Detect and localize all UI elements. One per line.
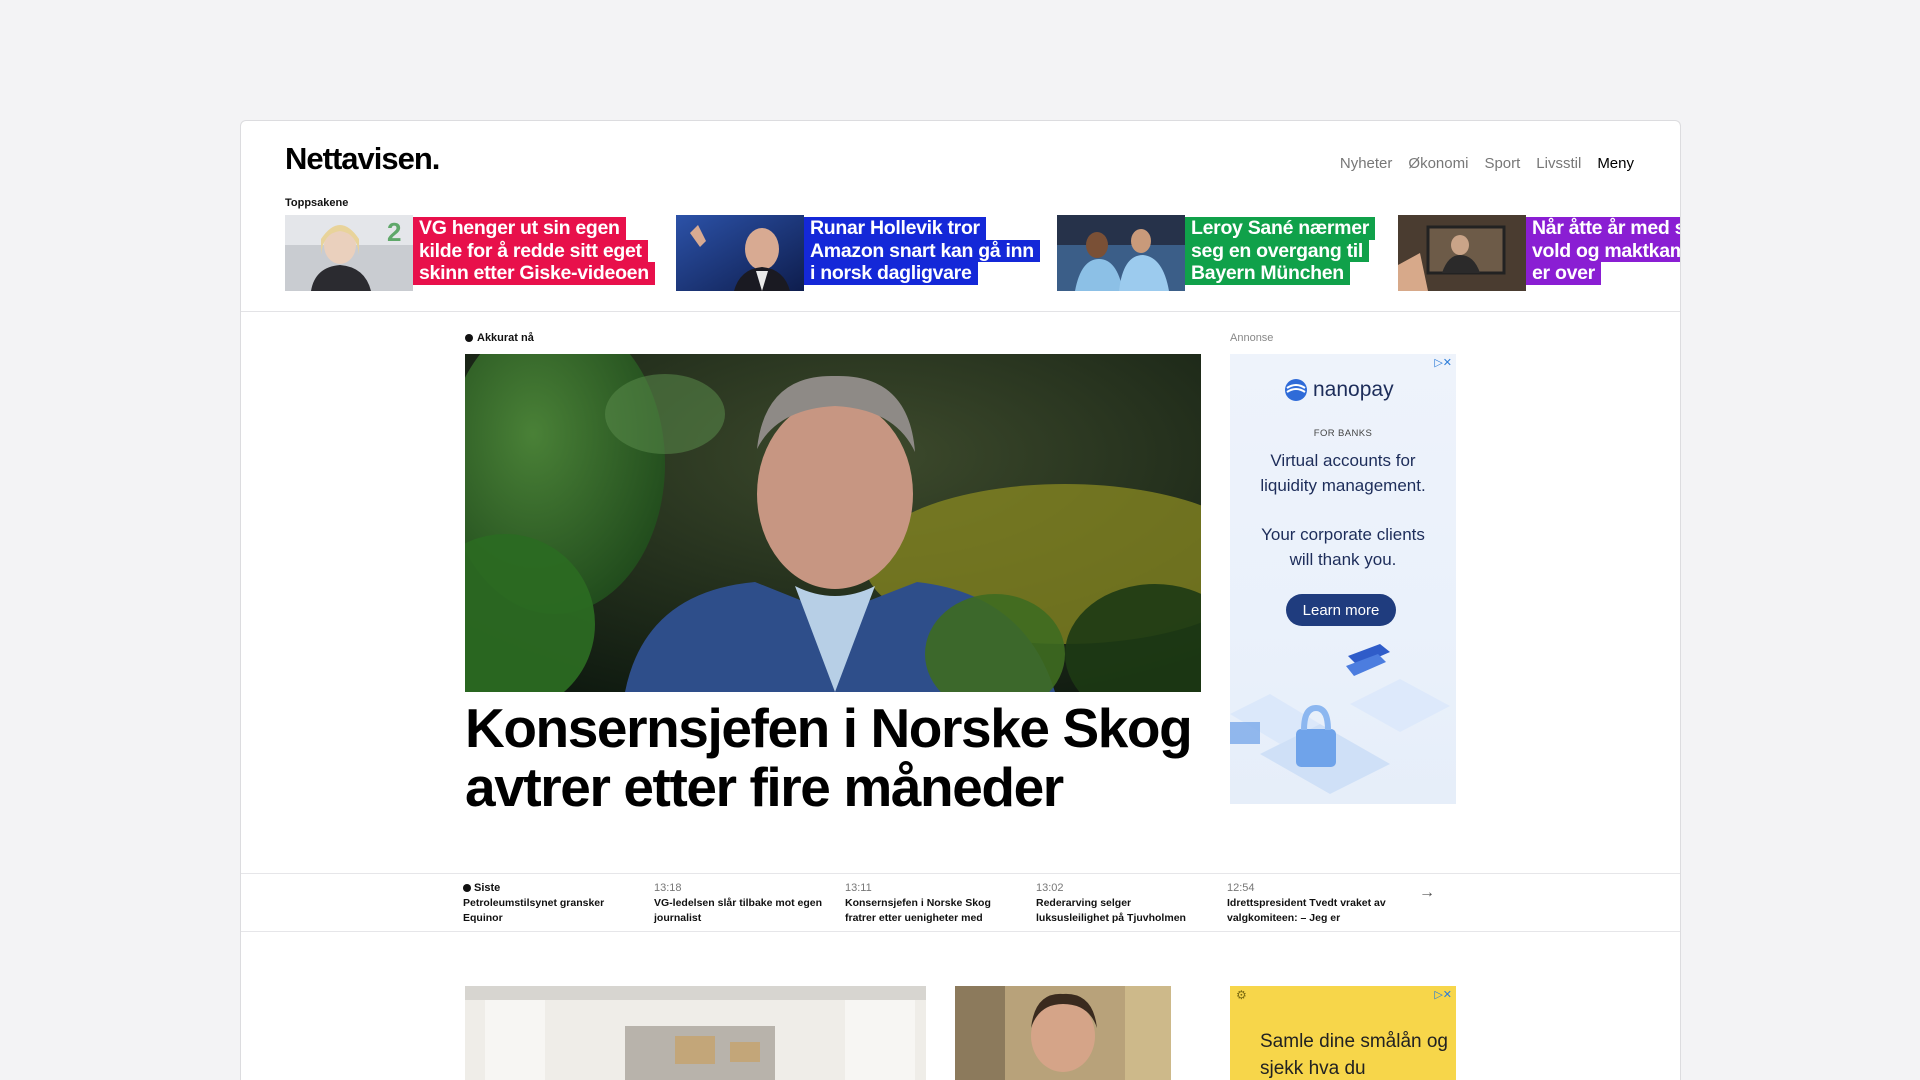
- nav-nyheter[interactable]: Nyheter: [1340, 155, 1393, 172]
- top-story-headline: Leroy Sané nærmer seg en overgang til Ba…: [1185, 215, 1376, 291]
- hero-headline[interactable]: Konsernsjefen i Norske Skog avtrer etter…: [465, 699, 1225, 817]
- nanopay-logo: nanopay: [1284, 378, 1394, 402]
- latest-siste-label: Siste: [463, 880, 633, 896]
- latest-item[interactable]: 13:18 VG-ledelsen slår tilbake mot egen …: [654, 880, 824, 926]
- top-story-thumbnail: [1057, 215, 1185, 291]
- ad-eyebrow: FOR BANKS: [1313, 428, 1373, 439]
- live-dot-icon: [465, 334, 473, 342]
- article-image[interactable]: [465, 986, 926, 1080]
- learn-more-button[interactable]: Learn more: [1286, 594, 1396, 626]
- top-story-headline: Når åtte år med s vold og maktkam er ove…: [1526, 215, 1680, 291]
- ad-headline: Virtual accounts for liquidity managemen…: [1260, 451, 1426, 495]
- menu-button[interactable]: Meny: [1597, 155, 1634, 172]
- loan-ad[interactable]: ⚙ ▷✕ Samle dine smålån og sjekk hva du: [1230, 986, 1456, 1080]
- top-story-3[interactable]: Leroy Sané nærmer seg en overgang til Ba…: [1057, 215, 1376, 291]
- top-story-thumbnail: [676, 215, 804, 291]
- ad-subtext: Your corporate clients will thank you.: [1261, 525, 1425, 569]
- gear-icon[interactable]: ⚙: [1236, 988, 1247, 1002]
- top-story-2[interactable]: Runar Hollevik tror Amazon snart kan gå …: [676, 215, 1040, 291]
- live-label: Akkurat nå: [465, 332, 534, 344]
- latest-item[interactable]: 13:11 Konsernsjefen i Norske Skog fratre…: [845, 880, 1015, 926]
- latest-item[interactable]: Siste Petroleumstilsynet gransker Equino…: [463, 880, 633, 926]
- toppsakene-strip: 2 VG henger ut sin egen kilde for å redd…: [285, 215, 1680, 291]
- browser-frame: Nettavisen. Nyheter Økonomi Sport Livsst…: [240, 120, 1681, 1080]
- top-story-4[interactable]: Når åtte år med s vold og maktkam er ove…: [1398, 215, 1680, 291]
- latest-item[interactable]: 13:02 Rederarving selger luksusleilighet…: [1036, 880, 1206, 926]
- main-nav: Nyheter Økonomi Sport Livsstil Meny: [1340, 155, 1634, 172]
- arrow-right-icon[interactable]: →: [1419, 884, 1435, 902]
- site-logo[interactable]: Nettavisen.: [285, 141, 440, 177]
- ad-choices-close-icon[interactable]: ▷✕: [1434, 356, 1452, 369]
- top-story-1[interactable]: 2 VG henger ut sin egen kilde for å redd…: [285, 215, 655, 291]
- top-story-headline: VG henger ut sin egen kilde for å redde …: [413, 215, 655, 291]
- latest-news-ticker: Siste Petroleumstilsynet gransker Equino…: [241, 873, 1680, 932]
- latest-item[interactable]: 12:54 Idrettspresident Tvedt vraket av v…: [1227, 880, 1397, 926]
- ad-label: Annonse: [1230, 332, 1274, 344]
- nanopay-ad[interactable]: ▷✕ nanopay FOR BANKS Virtual accounts fo…: [1230, 354, 1456, 804]
- loan-ad-text: Samle dine smålån og sjekk hva du: [1260, 1031, 1448, 1079]
- nav-okonomi[interactable]: Økonomi: [1408, 155, 1468, 172]
- top-story-thumbnail: [1398, 215, 1526, 291]
- security-illustration: [1230, 644, 1450, 794]
- nanopay-mark-icon: [1285, 379, 1307, 401]
- article-image[interactable]: [955, 986, 1171, 1080]
- top-story-headline: Runar Hollevik tror Amazon snart kan gå …: [804, 215, 1040, 291]
- top-story-thumbnail: 2: [285, 215, 413, 291]
- hero-image[interactable]: [465, 354, 1201, 692]
- live-dot-icon: [463, 884, 471, 892]
- nav-livsstil[interactable]: Livsstil: [1536, 155, 1581, 172]
- ad-choices-close-icon[interactable]: ▷✕: [1434, 988, 1452, 1001]
- svg-text:2: 2: [387, 217, 401, 247]
- nav-sport[interactable]: Sport: [1484, 155, 1520, 172]
- header-divider: [241, 311, 1680, 312]
- toppsakene-label: Toppsakene: [285, 197, 349, 209]
